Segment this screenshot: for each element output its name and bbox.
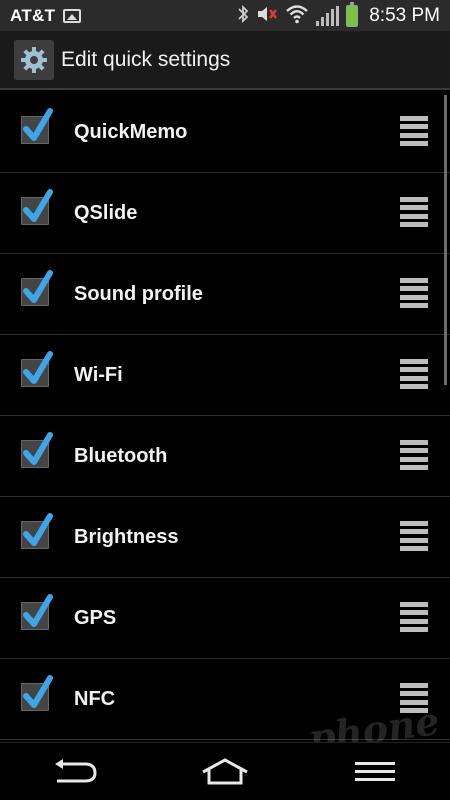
- checkbox[interactable]: [21, 432, 53, 468]
- list-item[interactable]: GPS: [0, 578, 450, 659]
- carrier-label: AT&T: [10, 5, 56, 25]
- back-button[interactable]: [35, 747, 115, 797]
- battery-icon: [346, 1, 359, 27]
- checkbox[interactable]: [21, 675, 53, 711]
- home-icon: [202, 757, 248, 784]
- navigation-bar: [0, 742, 450, 800]
- drag-handle-icon[interactable]: [400, 521, 428, 551]
- drag-handle-icon[interactable]: [400, 359, 428, 389]
- bluetooth-icon: [237, 4, 249, 28]
- setting-label: Sound profile: [74, 282, 203, 305]
- menu-button[interactable]: [335, 747, 415, 797]
- setting-label: QuickMemo: [74, 120, 188, 143]
- setting-label: QSlide: [74, 201, 138, 224]
- page-title: Edit quick settings: [61, 48, 231, 71]
- signal-icon: [316, 5, 340, 26]
- action-bar: Edit quick settings: [0, 32, 450, 90]
- back-icon: [55, 758, 97, 782]
- setting-label: Bluetooth: [74, 444, 168, 467]
- gear-icon[interactable]: [14, 40, 54, 80]
- drag-handle-icon[interactable]: [400, 440, 428, 470]
- checkbox[interactable]: [21, 351, 53, 387]
- checkbox[interactable]: [21, 270, 53, 306]
- home-button[interactable]: [185, 747, 265, 797]
- checkbox[interactable]: [21, 189, 53, 225]
- checkbox[interactable]: [21, 594, 53, 630]
- drag-handle-icon[interactable]: [400, 278, 428, 308]
- mute-icon: [256, 4, 278, 28]
- quick-settings-list[interactable]: QuickMemo QSlide Sound profile Wi-Fi Blu…: [0, 92, 450, 742]
- image-icon: [63, 8, 82, 23]
- drag-handle-icon[interactable]: [400, 116, 428, 146]
- setting-label: Wi-Fi: [74, 363, 123, 386]
- list-item[interactable]: QuickMemo: [0, 92, 450, 173]
- setting-label: Brightness: [74, 525, 179, 548]
- list-item[interactable]: Wi-Fi: [0, 335, 450, 416]
- scrollbar[interactable]: [444, 95, 447, 385]
- list-item[interactable]: QSlide: [0, 173, 450, 254]
- clock: 8:53 PM: [369, 4, 440, 26]
- status-bar: AT&T 8:53 PM: [0, 0, 450, 32]
- menu-icon: [355, 761, 395, 781]
- checkbox[interactable]: [21, 513, 53, 549]
- list-item[interactable]: Sound profile: [0, 254, 450, 335]
- checkbox[interactable]: [21, 108, 53, 144]
- list-item[interactable]: Bluetooth: [0, 416, 450, 497]
- list-item[interactable]: Brightness: [0, 497, 450, 578]
- drag-handle-icon[interactable]: [400, 602, 428, 632]
- setting-label: NFC: [74, 687, 116, 710]
- wifi-icon: [285, 4, 309, 28]
- setting-label: GPS: [74, 606, 117, 629]
- drag-handle-icon[interactable]: [400, 197, 428, 227]
